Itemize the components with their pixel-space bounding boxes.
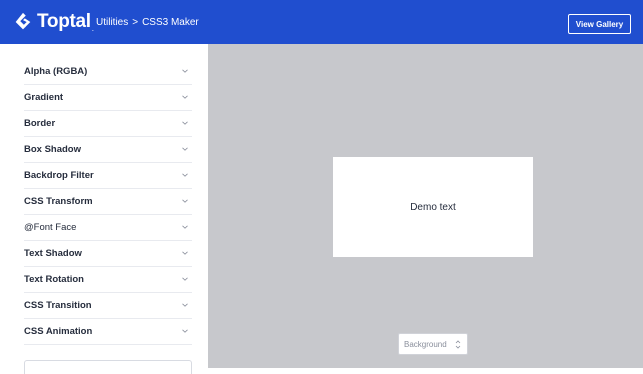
- sidebar-bottom-panel[interactable]: [24, 360, 192, 374]
- top-header: Toptal . Utilities > CSS3 Maker View Gal…: [0, 0, 643, 44]
- accordion-label: Text Rotation: [24, 274, 84, 285]
- accordion-label: Border: [24, 118, 56, 129]
- accordion-label: Text Shadow: [24, 248, 82, 259]
- chevron-down-icon: [182, 95, 188, 99]
- background-select[interactable]: Background: [398, 333, 468, 355]
- logo-wordmark: Toptal: [37, 11, 91, 32]
- accordion-label: Backdrop Filter: [24, 170, 94, 181]
- accordion-label: CSS Animation: [24, 326, 93, 337]
- chevron-down-icon: [182, 303, 188, 307]
- accordion-label: CSS Transition: [24, 300, 92, 311]
- background-select-value: Background: [404, 339, 447, 349]
- chevron-down-icon: [182, 199, 188, 203]
- accordion-label: @Font Face: [24, 222, 77, 233]
- accordion-css-transform[interactable]: CSS Transform: [24, 189, 192, 215]
- chevron-down-icon: [182, 277, 188, 281]
- chevron-down-icon: [182, 147, 188, 151]
- toptal-logo[interactable]: Toptal .: [12, 10, 94, 34]
- breadcrumb-utilities[interactable]: Utilities: [96, 17, 128, 28]
- accordion-border[interactable]: Border: [24, 111, 192, 137]
- breadcrumb-current: CSS3 Maker: [142, 17, 199, 28]
- accordion-backdrop-filter[interactable]: Backdrop Filter: [24, 163, 192, 189]
- accordion-label: Gradient: [24, 92, 64, 103]
- accordion-text-rotation[interactable]: Text Rotation: [24, 267, 192, 293]
- up-down-arrows-icon: [455, 340, 461, 349]
- breadcrumb: Utilities > CSS3 Maker: [96, 17, 199, 28]
- logo-dot: .: [91, 23, 95, 33]
- sidebar: Alpha (RGBA) Gradient Border Box Shadow …: [0, 44, 208, 374]
- accordion-text-shadow[interactable]: Text Shadow: [24, 241, 192, 267]
- demo-preview-box: Demo text: [333, 157, 533, 257]
- preview-canvas: Demo text Background: [208, 44, 643, 368]
- chevron-down-icon: [182, 251, 188, 255]
- accordion-font-face[interactable]: @Font Face: [24, 215, 192, 241]
- demo-text: Demo text: [410, 201, 456, 213]
- accordion-label: Alpha (RGBA): [24, 66, 88, 77]
- accordion-css-animation[interactable]: CSS Animation: [24, 319, 192, 345]
- breadcrumb-separator: >: [132, 17, 139, 28]
- chevron-down-icon: [182, 121, 188, 125]
- toptal-logo-icon: [15, 12, 31, 30]
- chevron-down-icon: [182, 225, 188, 229]
- chevron-down-icon: [182, 173, 188, 177]
- chevron-down-icon: [182, 329, 188, 333]
- view-gallery-button[interactable]: View Gallery: [568, 14, 631, 34]
- accordion-gradient[interactable]: Gradient: [24, 85, 192, 111]
- accordion-alpha-rgba[interactable]: Alpha (RGBA): [24, 59, 192, 85]
- accordion-box-shadow[interactable]: Box Shadow: [24, 137, 192, 163]
- accordion-label: Box Shadow: [24, 144, 82, 155]
- accordion-label: CSS Transform: [24, 196, 93, 207]
- chevron-down-icon: [182, 69, 188, 73]
- accordion-css-transition[interactable]: CSS Transition: [24, 293, 192, 319]
